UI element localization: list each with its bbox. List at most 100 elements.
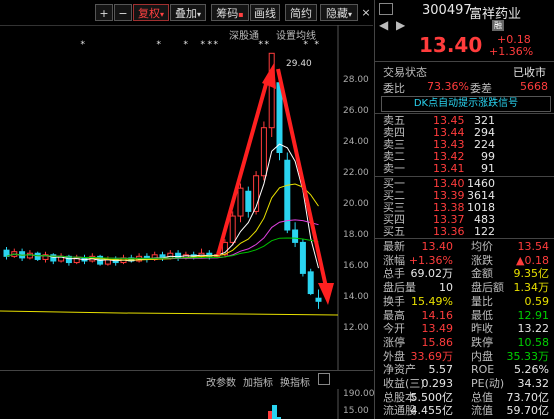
- ask-volume: 91: [481, 162, 495, 175]
- ma-setting-link[interactable]: 设置均线: [276, 27, 316, 42]
- simple-mode-button[interactable]: 简约: [285, 4, 317, 21]
- stat-label: 均价: [471, 240, 493, 253]
- stat-value: 10.58: [517, 335, 550, 349]
- swap-indicator-link[interactable]: 换指标: [280, 374, 310, 389]
- margin-tag: 融: [492, 20, 504, 31]
- stat-row[interactable]: 涨停 15.86 跌停 10.58: [375, 336, 554, 350]
- divider: [375, 61, 554, 62]
- stat-value: 4.455亿: [410, 404, 454, 418]
- stat-value: 14.16: [421, 308, 454, 322]
- candle-body: [307, 271, 314, 295]
- candle-body: [167, 252, 174, 259]
- back-arrow-icon[interactable]: ◀: [379, 18, 388, 32]
- chevron-down-icon: ▾: [347, 10, 352, 19]
- stat-row[interactable]: 总股本 5.500亿 总值 73.70亿: [375, 391, 554, 405]
- stat-value: 12.91: [517, 308, 550, 322]
- fuquan-label: 复权: [137, 7, 160, 20]
- stat-value: +1.36%: [408, 253, 453, 267]
- stat-row[interactable]: 外盘 33.69万 内盘 35.33万: [375, 350, 554, 364]
- event-star-icon: *: [200, 40, 205, 50]
- maximize-icon[interactable]: [318, 373, 330, 385]
- stat-label: 最新: [383, 240, 405, 253]
- stat-label: 净资产: [383, 363, 416, 377]
- chevron-down-icon: ▾: [196, 10, 201, 19]
- dk-signal-button[interactable]: DK点自动提示涨跌信号: [381, 96, 551, 112]
- stat-label: 外盘: [383, 349, 405, 363]
- stat-label: 跌停: [471, 335, 493, 349]
- stat-label: 总手: [383, 267, 405, 281]
- event-star-icon: *: [213, 40, 218, 50]
- dot-icon: ▪: [238, 10, 244, 19]
- stat-row[interactable]: 收益(三) 0.293 PE(动) 34.32: [375, 377, 554, 391]
- stat-value: 0.59: [524, 294, 550, 308]
- stock-code: 300497: [422, 3, 472, 18]
- menu-icon[interactable]: [379, 3, 393, 15]
- stat-label: 换手: [383, 294, 405, 308]
- event-star-icon: *: [183, 40, 188, 50]
- divider: [375, 238, 554, 239]
- price-change-pct: +1.36%: [489, 45, 534, 58]
- zoom-in-button[interactable]: +: [95, 4, 113, 21]
- stat-value: 13.40: [421, 240, 454, 253]
- stat-label: 昨收: [471, 322, 493, 336]
- price-axis-tick: 14.00: [343, 292, 369, 302]
- ask-price: 13.41: [433, 162, 465, 175]
- stat-label: 今开: [383, 322, 405, 336]
- bid-level-label: 买五: [383, 225, 405, 238]
- price-axis-tick: 26.00: [343, 106, 369, 116]
- ask-row[interactable]: 卖一 13.41 91: [375, 162, 554, 176]
- stat-value: 13.49: [421, 322, 454, 336]
- overlay-button[interactable]: 叠加▾: [170, 4, 206, 21]
- edit-params-link[interactable]: 改参数: [206, 374, 236, 389]
- stat-value: 1.34万: [513, 281, 550, 295]
- overlay-label: 叠加: [174, 7, 197, 20]
- stat-row[interactable]: 流通股 4.455亿 流值 59.70亿: [375, 404, 554, 418]
- candle-body: [26, 252, 33, 259]
- stat-row[interactable]: 涨幅 +1.36% 涨跌 ▲0.18: [375, 254, 554, 268]
- stat-row[interactable]: 今开 13.49 昨收 13.22: [375, 322, 554, 336]
- bid-volume: 122: [474, 225, 495, 238]
- stat-value: 13.22: [517, 322, 550, 336]
- chips-button[interactable]: 筹码▪: [211, 4, 249, 21]
- stat-label: 内盘: [471, 349, 493, 363]
- sub-axis-mid: 15.00: [343, 406, 369, 416]
- stat-row[interactable]: 净资产 5.57 ROE 5.26%: [375, 363, 554, 377]
- chart-toolbar: + − 复权▾ 叠加▾ 筹码▪ 画线 简约 隐藏▾ ×: [0, 0, 373, 26]
- trade-status: 已收市: [513, 66, 546, 79]
- stat-row[interactable]: 换手 15.49% 量比 0.59: [375, 295, 554, 309]
- kline-chart[interactable]: * * * * * * * * * * 深股通 设置均线 29.40 28.00 26.00 24.0…: [0, 25, 373, 370]
- chevron-down-icon: ▾: [159, 10, 164, 19]
- stat-row[interactable]: 总手 69.02万 金额 9.35亿: [375, 267, 554, 281]
- stat-value: 35.33万: [506, 349, 550, 363]
- stat-row[interactable]: 盘后量 10 盘后额 1.34万: [375, 281, 554, 295]
- quote-panel: ◀ ▶ 300497 富祥药业 融 13.40 +0.18 +1.36% 交易状…: [374, 0, 554, 419]
- stat-row[interactable]: 最高 14.16 最低 12.91: [375, 309, 554, 323]
- zoom-out-button[interactable]: −: [114, 4, 132, 21]
- last-price: 13.40: [419, 33, 483, 57]
- weibi-label: 委比: [383, 82, 405, 95]
- stat-value: 5.26%: [514, 363, 549, 377]
- hide-button[interactable]: 隐藏▾: [320, 4, 358, 21]
- bid-row[interactable]: 买五 13.36 122: [375, 225, 554, 239]
- add-indicator-link[interactable]: 加指标: [243, 374, 273, 389]
- event-star-icon: *: [156, 40, 161, 50]
- candle-body: [292, 229, 299, 243]
- shenguotong-link[interactable]: 深股通: [229, 27, 259, 42]
- stat-label: 金额: [471, 267, 493, 281]
- stat-row[interactable]: 最新 13.40 均价 13.54: [375, 240, 554, 254]
- fuquan-button[interactable]: 复权▾: [133, 4, 169, 21]
- indicator-bar: 改参数 加指标 换指标: [0, 370, 373, 389]
- forward-arrow-icon[interactable]: ▶: [396, 18, 405, 32]
- draw-line-button[interactable]: 画线: [250, 4, 280, 21]
- event-star-icon: *: [264, 40, 269, 50]
- weibi-value: 73.36%: [427, 80, 469, 93]
- ma120-line: [0, 310, 339, 316]
- price-axis-tick: 18.00: [343, 230, 369, 240]
- close-icon[interactable]: ×: [359, 4, 373, 21]
- candle-body: [260, 127, 267, 177]
- hide-label: 隐藏: [325, 7, 348, 20]
- volume-subchart[interactable]: 190.00 15.00: [0, 389, 375, 419]
- stat-label: 量比: [471, 294, 493, 308]
- stat-label: 涨跌: [471, 253, 493, 267]
- kline-svg: * * * * * * * * * *: [0, 25, 339, 370]
